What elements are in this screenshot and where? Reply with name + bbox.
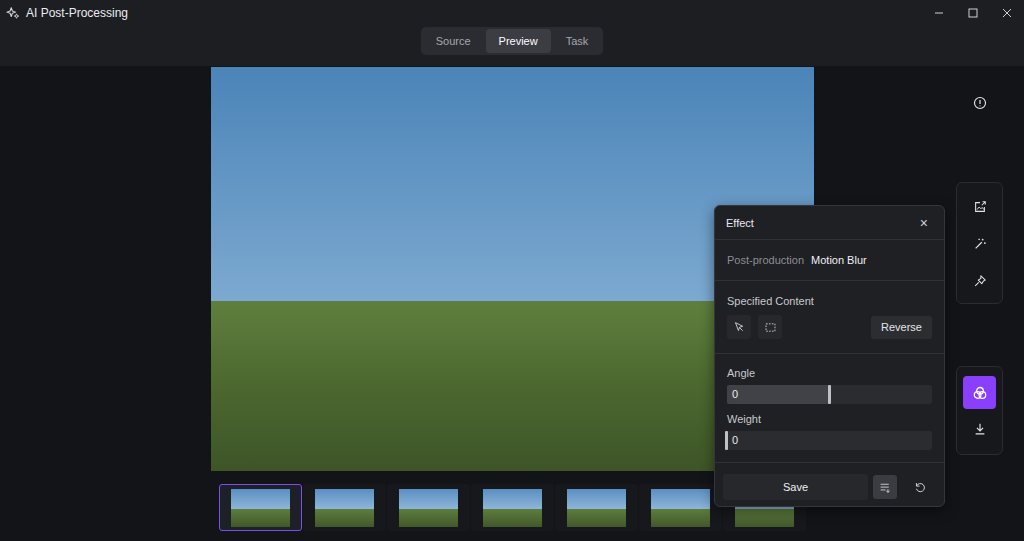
toolbar-group [956,366,1003,455]
thumbnail-image [651,489,710,527]
close-window-button[interactable] [990,0,1024,26]
cursor-icon [733,321,746,334]
cursor-tool-button[interactable] [727,315,751,339]
sparkle-icon [6,6,20,20]
slider-value: 0 [732,385,738,404]
pin-sparkle-icon [973,274,987,288]
thumbnail-image [315,489,374,527]
thumbnail[interactable] [219,484,302,531]
thumbnail-image [231,489,290,527]
effect-panel-header: Effect × [715,206,944,240]
post-production-label: Post-production [727,254,804,266]
save-button[interactable]: Save [723,474,868,500]
slider-handle[interactable] [725,431,728,450]
minimize-icon [933,7,945,19]
view-tabs: SourcePreviewTask [421,27,604,55]
sliders-section: Angle 0 Weight 0 [715,354,944,463]
effect-close-button[interactable]: × [916,214,932,232]
effects-icon [972,385,988,401]
app-window: AI Post-Processing SourcePreviewTask Effec… [0,0,1024,541]
slider-track[interactable]: 0 [727,385,932,404]
title-bar: AI Post-Processing [0,0,1024,26]
edit-button[interactable] [968,195,992,219]
save-options-button[interactable] [873,475,897,499]
effect-panel-title: Effect [726,217,754,229]
thumbnail[interactable] [555,484,638,531]
slider-label: Angle [727,367,932,379]
download-button[interactable] [968,417,992,441]
slider-fill [727,385,830,404]
effect-panel: Effect × Post-production Motion Blur Specifi… [714,205,945,507]
thumbnail-image [483,489,542,527]
list-icon [879,481,892,494]
toolbar-group [956,91,1003,115]
thumbnail[interactable] [639,484,722,531]
reverse-button[interactable]: Reverse [871,316,932,339]
reset-button[interactable] [908,475,932,499]
toolbar-group [956,182,1003,304]
minimize-button[interactable] [922,0,956,26]
thumbnail[interactable] [471,484,554,531]
slider-handle[interactable] [828,385,831,404]
rect-select-icon [764,321,777,334]
slider-label: Weight [727,413,932,425]
right-toolbar [956,66,1003,541]
wand-button[interactable] [968,232,992,256]
maximize-button[interactable] [956,0,990,26]
post-production-value: Motion Blur [811,254,867,266]
specified-content-section: Specified Content Reverse [715,281,944,354]
view-tab[interactable]: Source [423,29,484,53]
slider-value: 0 [732,431,738,450]
specified-content-label: Specified Content [727,295,932,307]
thumbnail[interactable] [387,484,470,531]
view-tab[interactable]: Task [553,29,602,53]
magic-wand-icon [973,237,987,251]
window-title: AI Post-Processing [26,6,128,20]
pin-button[interactable] [968,269,992,293]
thumbnail-image [399,489,458,527]
maximize-icon [967,7,979,19]
image-edit-icon [973,200,987,214]
post-production-row: Post-production Motion Blur [715,240,944,281]
view-tab[interactable]: Preview [486,29,551,53]
reset-icon [914,481,927,494]
slider-row: Angle 0 [727,367,932,404]
rect-tool-button[interactable] [758,315,782,339]
download-icon [973,422,987,436]
effect-footer: Save [715,467,944,506]
info-icon [973,96,987,110]
info-button[interactable] [968,91,992,115]
thumbnail[interactable] [303,484,386,531]
tabs-row: SourcePreviewTask [0,26,1024,66]
effects-button[interactable] [963,376,996,409]
slider-track[interactable]: 0 [727,431,932,450]
thumbnail-image [567,489,626,527]
slider-row: Weight 0 [727,413,932,450]
close-icon [1001,7,1013,19]
